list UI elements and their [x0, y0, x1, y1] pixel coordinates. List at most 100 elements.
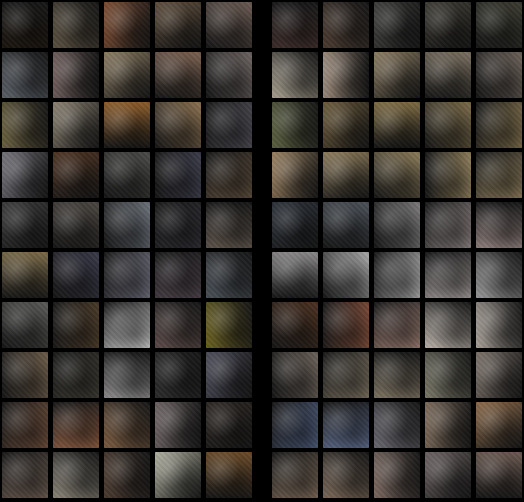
- sample-image-tile: [53, 202, 99, 248]
- sample-image-tile: [425, 302, 471, 348]
- sample-image-tile: [272, 52, 318, 98]
- sample-image-tile: [476, 252, 522, 298]
- sample-image-tile: [2, 352, 48, 398]
- sample-image-tile: [272, 202, 318, 248]
- sample-image-tile: [323, 402, 369, 448]
- sample-image-tile: [155, 302, 201, 348]
- sample-image-tile: [425, 2, 471, 48]
- sample-image-tile: [2, 102, 48, 148]
- sample-image-tile: [323, 102, 369, 148]
- sample-image-tile: [2, 202, 48, 248]
- sample-image-tile: [425, 402, 471, 448]
- sample-image-tile: [53, 152, 99, 198]
- sample-image-tile: [53, 302, 99, 348]
- sample-image-tile: [2, 402, 48, 448]
- sample-image-tile: [155, 352, 201, 398]
- sample-image-tile: [323, 302, 369, 348]
- sample-image-tile: [53, 102, 99, 148]
- sample-image-tile: [2, 52, 48, 98]
- sample-image-tile: [374, 2, 420, 48]
- left-sample-grid: [2, 2, 252, 500]
- sample-image-tile: [206, 152, 252, 198]
- sample-image-tile: [53, 52, 99, 98]
- sample-image-tile: [2, 452, 48, 498]
- sample-image-tile: [104, 52, 150, 98]
- sample-image-tile: [53, 402, 99, 448]
- sample-image-tile: [104, 302, 150, 348]
- sample-image-tile: [104, 402, 150, 448]
- sample-image-tile: [476, 302, 522, 348]
- sample-image-tile: [206, 252, 252, 298]
- sample-image-tile: [206, 2, 252, 48]
- sample-image-tile: [206, 102, 252, 148]
- sample-image-tile: [2, 252, 48, 298]
- sample-image-tile: [206, 52, 252, 98]
- sample-image-tile: [104, 102, 150, 148]
- sample-image-tile: [476, 102, 522, 148]
- sample-image-tile: [323, 152, 369, 198]
- sample-image-tile: [323, 352, 369, 398]
- sample-image-tile: [425, 352, 471, 398]
- sample-image-tile: [374, 302, 420, 348]
- sample-image-tile: [323, 52, 369, 98]
- sample-image-tile: [155, 402, 201, 448]
- sample-image-tile: [104, 152, 150, 198]
- sample-image-tile: [323, 452, 369, 498]
- sample-image-tile: [374, 52, 420, 98]
- sample-image-tile: [323, 202, 369, 248]
- sample-image-tile: [476, 352, 522, 398]
- sample-image-tile: [476, 52, 522, 98]
- sample-image-tile: [104, 252, 150, 298]
- sample-image-tile: [425, 102, 471, 148]
- sample-image-tile: [323, 2, 369, 48]
- sample-image-tile: [206, 202, 252, 248]
- sample-image-tile: [155, 102, 201, 148]
- sample-image-tile: [53, 252, 99, 298]
- sample-image-tile: [104, 452, 150, 498]
- sample-image-tile: [272, 152, 318, 198]
- sample-image-tile: [155, 452, 201, 498]
- sample-image-tile: [425, 202, 471, 248]
- sample-image-tile: [476, 152, 522, 198]
- sample-image-tile: [206, 402, 252, 448]
- sample-image-tile: [476, 202, 522, 248]
- sample-image-tile: [155, 152, 201, 198]
- sample-image-tile: [272, 352, 318, 398]
- sample-image-tile: [2, 302, 48, 348]
- sample-image-tile: [272, 252, 318, 298]
- sample-image-tile: [2, 152, 48, 198]
- sample-image-tile: [425, 52, 471, 98]
- sample-image-tile: [374, 402, 420, 448]
- sample-image-tile: [374, 252, 420, 298]
- sample-image-tile: [374, 102, 420, 148]
- sample-image-tile: [206, 452, 252, 498]
- sample-image-tile: [374, 202, 420, 248]
- sample-image-tile: [272, 452, 318, 498]
- sample-image-tile: [104, 352, 150, 398]
- sample-image-tile: [206, 302, 252, 348]
- sample-image-tile: [323, 252, 369, 298]
- sample-image-tile: [53, 452, 99, 498]
- sample-image-tile: [272, 402, 318, 448]
- sample-image-tile: [425, 152, 471, 198]
- sample-image-tile: [272, 102, 318, 148]
- sample-image-tile: [155, 2, 201, 48]
- sample-image-tile: [425, 252, 471, 298]
- sample-image-tile: [272, 302, 318, 348]
- sample-image-tile: [272, 2, 318, 48]
- right-sample-grid: [272, 2, 522, 500]
- sample-image-tile: [53, 352, 99, 398]
- sample-image-tile: [374, 352, 420, 398]
- sample-image-tile: [155, 252, 201, 298]
- sample-image-tile: [53, 2, 99, 48]
- sample-image-tile: [206, 352, 252, 398]
- sample-image-tile: [476, 402, 522, 448]
- sample-image-tile: [476, 2, 522, 48]
- sample-image-tile: [104, 202, 150, 248]
- sample-image-tile: [155, 52, 201, 98]
- sample-image-tile: [2, 2, 48, 48]
- sample-image-tile: [104, 2, 150, 48]
- sample-image-tile: [155, 202, 201, 248]
- sample-image-tile: [476, 452, 522, 498]
- sample-image-tile: [374, 152, 420, 198]
